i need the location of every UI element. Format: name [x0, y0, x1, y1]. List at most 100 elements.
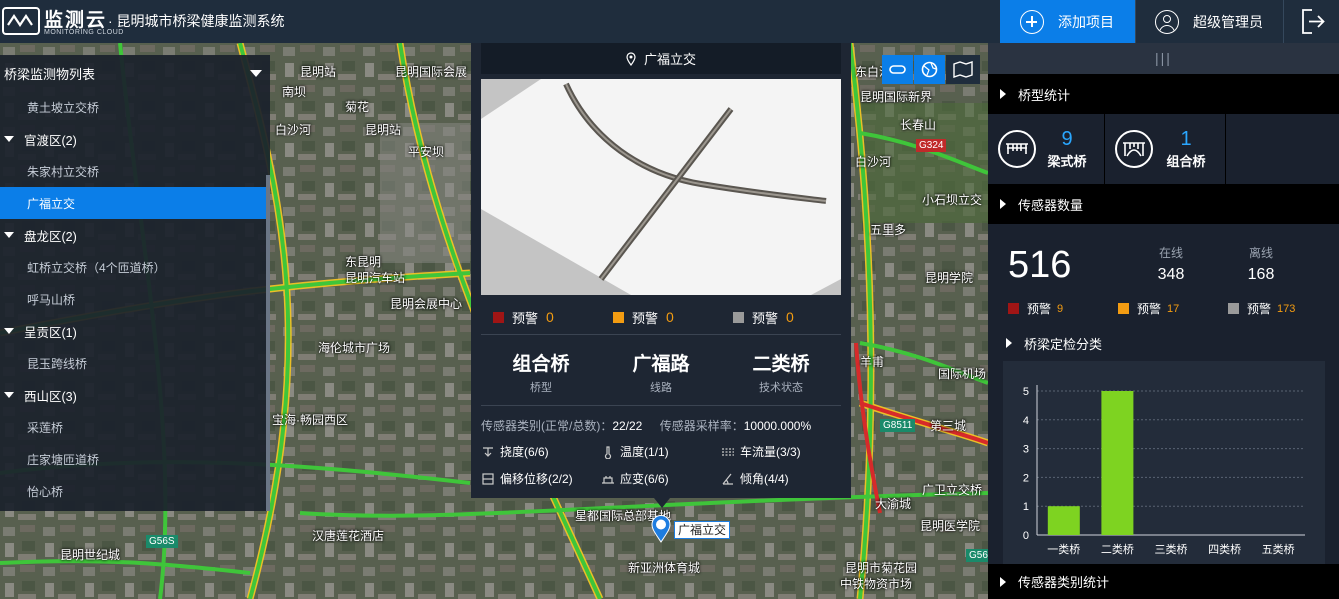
tree-item-label: 西山区(3) — [24, 389, 77, 404]
map-label: 汉唐莲花酒店 — [312, 529, 385, 543]
sensor-label: 温度(1/1) — [620, 445, 669, 459]
alert-label: 预警 — [512, 310, 539, 326]
tree-group[interactable]: 盘龙区(2) — [0, 219, 270, 251]
bridge-marker-icon[interactable] — [651, 515, 671, 543]
chevron-down-icon[interactable] — [250, 69, 262, 77]
highway-shield: G8511 — [880, 419, 916, 432]
chart-x-tick: 一类桥 — [1047, 542, 1080, 556]
user-menu-button[interactable]: 超级管理员 — [1135, 0, 1283, 43]
caret-down-icon — [4, 328, 14, 334]
caret-right-icon — [1006, 338, 1012, 348]
alert-level-1: 预警 0 — [481, 301, 601, 333]
alert-level-2: 预警 0 — [601, 301, 721, 333]
tree-item[interactable]: 虹桥立交桥（4个匝道桥） — [0, 251, 270, 283]
tree-list: 黄土坡立交桥官渡区(2) 朱家村立交桥 广福立交盘龙区(2) 虹桥立交桥（4个匝道桥）… — [0, 91, 270, 507]
map-label: 昆明学院 — [925, 271, 974, 285]
bridge-type-card[interactable]: 1 组合桥 — [1105, 114, 1226, 184]
sensor-item[interactable]: 车流量(3/3) — [721, 443, 841, 460]
chart-y-tick: 4 — [1023, 415, 1029, 427]
tree-group[interactable]: 西山区(3) — [0, 379, 270, 411]
alert-label: 预警 — [632, 310, 659, 326]
sensor-item[interactable]: 温度(1/1) — [601, 443, 721, 460]
traffic-icon — [722, 447, 734, 456]
map-label: 昆明站 — [300, 65, 337, 79]
tree-item-label: 昆玉跨线桥 — [27, 356, 88, 371]
arch-bridge-icon — [1115, 130, 1153, 168]
tree-item[interactable]: 昆玉跨线桥 — [0, 347, 270, 379]
alert-label: 预警 — [1137, 302, 1162, 316]
map-tool-button[interactable] — [946, 55, 980, 84]
tree-item[interactable]: 采莲桥 — [0, 411, 270, 443]
alert-color-swatch — [1118, 303, 1129, 314]
beam-bridge-icon — [998, 130, 1036, 168]
section-header-bridge-type[interactable]: 桥型统计 — [988, 74, 1339, 114]
map-label: 东昆明 — [345, 255, 382, 269]
deflection-icon — [483, 446, 493, 457]
tree-group[interactable]: 官渡区(2) — [0, 123, 270, 155]
logo-text: 监测云 — [44, 10, 108, 31]
map-tool-button[interactable] — [882, 55, 913, 84]
map-label: 白沙河 — [275, 123, 312, 137]
tree-group[interactable]: 呈贡区(1) — [0, 315, 270, 347]
section-header-sensor-type[interactable]: 传感器类别统计 — [988, 564, 1339, 599]
map-label: 长春山 — [900, 118, 937, 132]
map-label: 中铁物资市场 — [840, 577, 913, 591]
sensor-item[interactable]: 偏移位移(2/2) — [481, 470, 601, 487]
section-header-sensor-count[interactable]: 传感器数量 — [988, 184, 1339, 224]
bridge-model-image[interactable] — [481, 79, 841, 295]
sensor-label: 倾角(4/4) — [740, 472, 789, 486]
map-label: 小石坝立交 — [922, 193, 983, 207]
panel-drag-handle[interactable]: ||| — [988, 43, 1339, 74]
tree-item[interactable]: 朱家村立交桥 — [0, 155, 270, 187]
logout-button[interactable] — [1283, 0, 1339, 43]
plus-circle-icon — [1020, 9, 1044, 34]
tree-item[interactable]: 黄土坡立交桥 — [0, 91, 270, 123]
bridge-type-info: 组合桥 桥型 — [481, 349, 601, 401]
map-label: 昆明世纪城 — [60, 548, 121, 562]
caret-right-icon — [1000, 576, 1006, 587]
chart-x-tick: 二类桥 — [1101, 542, 1134, 556]
alert-color-swatch — [1008, 303, 1019, 314]
statistics-panel: ||| 桥型统计 9 梁式桥 1 组合桥 传感器数量 516 在线 348 离线… — [988, 43, 1339, 599]
chart-y-tick: 5 — [1023, 386, 1029, 398]
tree-item[interactable]: 怡心桥 — [0, 475, 270, 507]
sensor-item[interactable]: 挠度(6/6) — [481, 443, 601, 460]
tree-item-label: 怡心桥 — [27, 484, 64, 499]
add-project-button[interactable]: 添加项目 — [1000, 0, 1135, 43]
sensor-alert-level-3: 预警 173 — [1228, 300, 1295, 317]
map-tool-button[interactable] — [914, 55, 945, 84]
caret-down-icon — [4, 136, 14, 142]
alert-color-swatch — [733, 311, 744, 323]
tree-item-label: 盘龙区(2) — [24, 229, 77, 244]
globe-icon — [921, 61, 938, 78]
map-label: 菊花 — [345, 100, 370, 114]
section-title: 传感器类别统计 — [1018, 575, 1110, 590]
temperature-icon — [604, 445, 612, 459]
sensor-summary: 传感器类别(正常/总数)：22/22 传感器采样率：10000.000% — [481, 417, 841, 434]
popup-title-bar: 广福立交 — [481, 43, 841, 74]
tree-item-label: 呈贡区(1) — [24, 325, 77, 340]
alert-value: 17 — [1167, 302, 1180, 315]
bridge-type-card[interactable]: 9 梁式桥 — [988, 114, 1105, 184]
chart-y-tick: 1 — [1023, 501, 1029, 513]
chart-y-tick: 0 — [1023, 530, 1029, 542]
tree-scrollbar[interactable] — [266, 175, 270, 511]
bridge-type-label: 梁式桥 — [1047, 154, 1087, 169]
popup-pointer — [654, 498, 670, 508]
alert-label: 预警 — [1247, 302, 1272, 316]
location-pin-icon — [626, 51, 636, 66]
tree-header[interactable]: 桥梁监测物列表 — [0, 55, 270, 91]
tree-item-label: 呼马山桥 — [27, 292, 76, 307]
tree-item[interactable]: 庄家塘匝道桥 — [0, 443, 270, 475]
sensor-item[interactable]: 应变(6/6) — [601, 470, 721, 487]
tree-item[interactable]: 广福立交 — [0, 187, 266, 219]
section-header-inspection[interactable]: 桥梁定检分类 — [988, 324, 1339, 362]
chart-x-tick: 五类桥 — [1262, 542, 1295, 556]
popup-title: 广福立交 — [643, 52, 696, 67]
tree-item[interactable]: 呼马山桥 — [0, 283, 270, 315]
tree-title: 桥梁监测物列表 — [4, 66, 96, 82]
sensor-item[interactable]: 倾角(4/4) — [721, 470, 841, 487]
tree-item-label: 官渡区(2) — [24, 133, 77, 148]
alert-value: 0 — [666, 309, 674, 325]
info-label: 桥型 — [530, 382, 552, 394]
